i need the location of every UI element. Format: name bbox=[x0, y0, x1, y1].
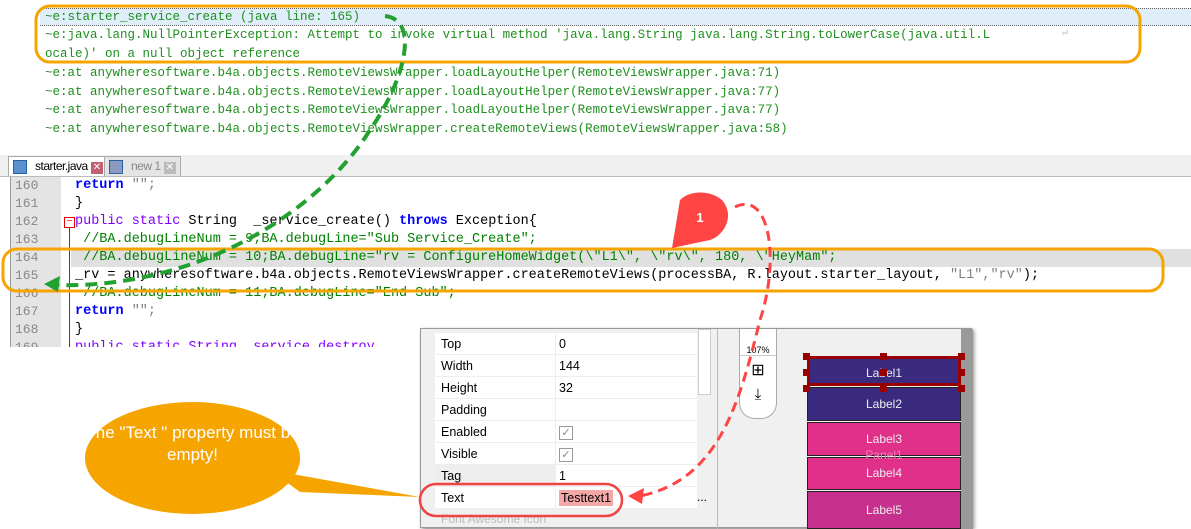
green-arrow bbox=[51, 14, 407, 288]
marker-number: 1 bbox=[696, 210, 703, 225]
code-highlight-box bbox=[1, 247, 1165, 293]
hidden-panel-label: Panel1 bbox=[865, 448, 903, 462]
callout-bubble: The "Text " property must be empty! bbox=[85, 402, 300, 514]
log-highlight-box bbox=[34, 4, 1142, 64]
red-arrowhead bbox=[628, 488, 644, 504]
text-property-highlight bbox=[418, 482, 624, 518]
